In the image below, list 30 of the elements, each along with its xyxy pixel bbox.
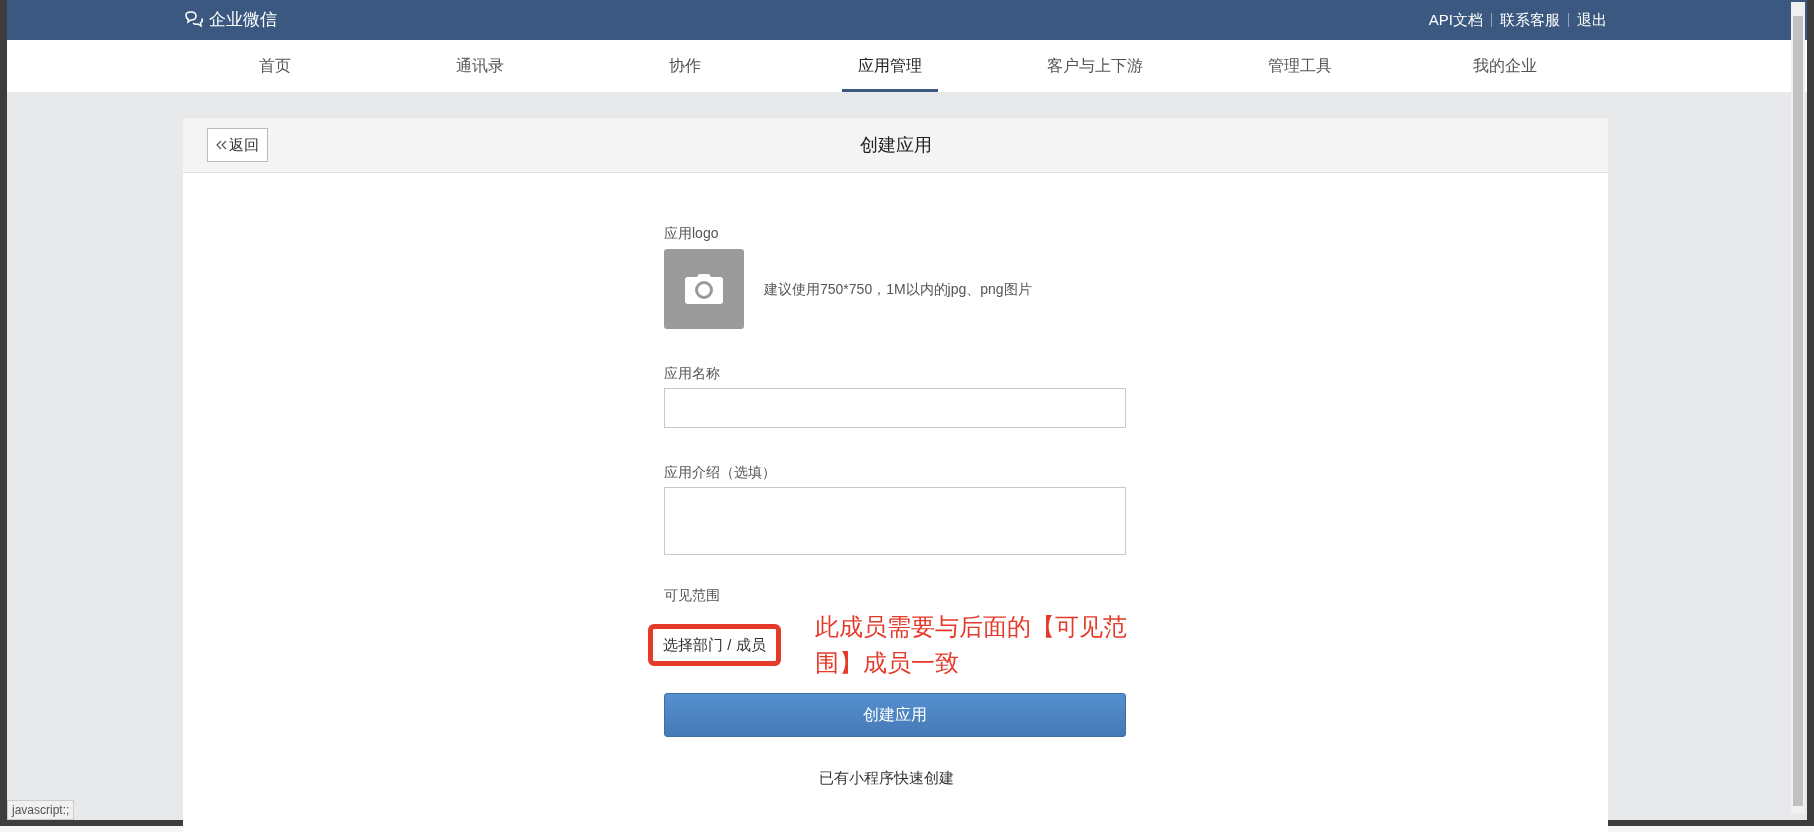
- app-name-input[interactable]: [664, 388, 1126, 428]
- field-label: 可见范围: [664, 586, 721, 605]
- header-link[interactable]: 联系客服: [1500, 8, 1560, 32]
- scrollbar-thumb[interactable]: [1793, 16, 1803, 806]
- annotation-text: 此成员需要与后面的【可见范围】成员一致: [814, 612, 1127, 678]
- field-label: 应用logo: [664, 224, 720, 243]
- field-label: 应用名称: [664, 364, 721, 383]
- field-label: 应用介绍（选填）: [664, 463, 777, 482]
- mini-program-link[interactable]: 已有小程序快速创建: [819, 767, 954, 790]
- logo-upload-button[interactable]: [664, 249, 744, 329]
- nav-tab[interactable]: 协作: [652, 40, 717, 92]
- nav-tab[interactable]: 首页: [242, 40, 307, 92]
- chat-bubble-logo-icon: [183, 11, 205, 29]
- brand-name: 企业微信: [209, 9, 277, 32]
- header-link[interactable]: 退出: [1577, 8, 1607, 32]
- nav-tab[interactable]: 通讯录: [439, 40, 520, 92]
- header-link[interactable]: API文档: [1428, 8, 1483, 32]
- page-title: 创建应用: [859, 133, 932, 157]
- nav-tab[interactable]: 客户与上下游: [1030, 40, 1159, 92]
- nav-tab[interactable]: 我的企业: [1456, 40, 1553, 92]
- logo-hint: 建议使用750*750，1M以内的jpg、png图片: [764, 279, 1032, 299]
- nav-tab[interactable]: 管理工具: [1251, 40, 1348, 92]
- double-chevron-icon: [216, 140, 227, 150]
- status-bar-url: javascript:;: [7, 800, 75, 820]
- app-intro-textarea[interactable]: [664, 487, 1126, 555]
- select-members-link[interactable]: 选择部门 / 成员: [663, 636, 766, 653]
- create-app-button[interactable]: 创建应用: [664, 693, 1126, 737]
- nav-tab[interactable]: 应用管理: [841, 40, 938, 92]
- back-button[interactable]: 返回: [207, 128, 268, 162]
- camera-icon: [685, 274, 723, 304]
